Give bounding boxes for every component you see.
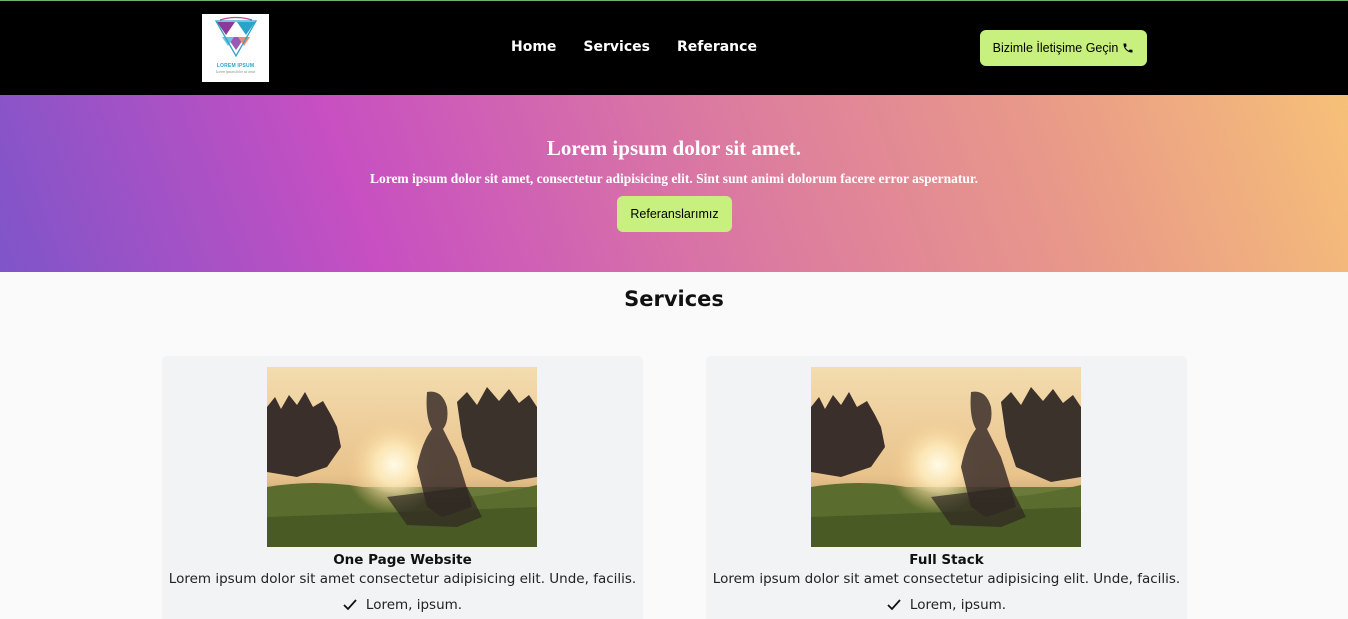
check-icon — [343, 599, 357, 611]
hero-title: Lorem ipsum dolor sit amet. — [546, 136, 802, 160]
service-feature-label: Lorem, ipsum. — [365, 597, 463, 613]
contact-button[interactable]: Bizimle İletişime Geçin — [980, 30, 1147, 66]
service-image — [267, 367, 537, 547]
logo[interactable]: LOREM IPSUM Lorem ipsum dolor sit amet — [202, 14, 269, 82]
service-card-description: Lorem ipsum dolor sit amet consectetur a… — [168, 571, 637, 587]
hero-subtitle: Lorem ipsum dolor sit amet, consectetur … — [369, 171, 979, 186]
service-feature-label: Lorem, ipsum. — [909, 597, 1007, 613]
service-card-description: Lorem ipsum dolor sit amet consectetur a… — [712, 571, 1181, 587]
services-title: Services — [624, 287, 724, 311]
service-feature-item: Lorem, ipsum. — [706, 595, 1187, 615]
service-feature-list: Lorem, ipsum. — [706, 595, 1187, 615]
service-card: Full Stack Lorem ipsum dolor sit amet co… — [706, 356, 1187, 619]
nav-link-referance[interactable]: Referance — [677, 39, 757, 55]
references-button[interactable]: Referanslarımız — [617, 196, 732, 232]
logo-slogan: Lorem ipsum dolor sit amet — [215, 70, 256, 74]
hero-section: Lorem ipsum dolor sit amet. Lorem ipsum … — [0, 95, 1348, 272]
nav-link-home[interactable]: Home — [511, 39, 556, 55]
phone-icon — [1122, 42, 1134, 54]
service-image — [811, 367, 1081, 547]
service-card-title: Full Stack — [909, 552, 984, 568]
nav-link-services[interactable]: Services — [583, 39, 650, 55]
navbar: LOREM IPSUM Lorem ipsum dolor sit amet H… — [0, 1, 1348, 95]
logo-icon — [214, 16, 258, 58]
service-card-title: One Page Website — [333, 552, 472, 568]
service-feature-list: Lorem, ipsum. — [162, 595, 643, 615]
service-card: One Page Website Lorem ipsum dolor sit a… — [162, 356, 643, 619]
main-nav: Home Services Referance — [511, 39, 784, 55]
service-feature-item: Lorem, ipsum. — [162, 595, 643, 615]
check-icon — [887, 599, 901, 611]
logo-name: LOREM IPSUM — [216, 63, 255, 69]
contact-button-label: Bizimle İletişime Geçin — [992, 41, 1119, 55]
